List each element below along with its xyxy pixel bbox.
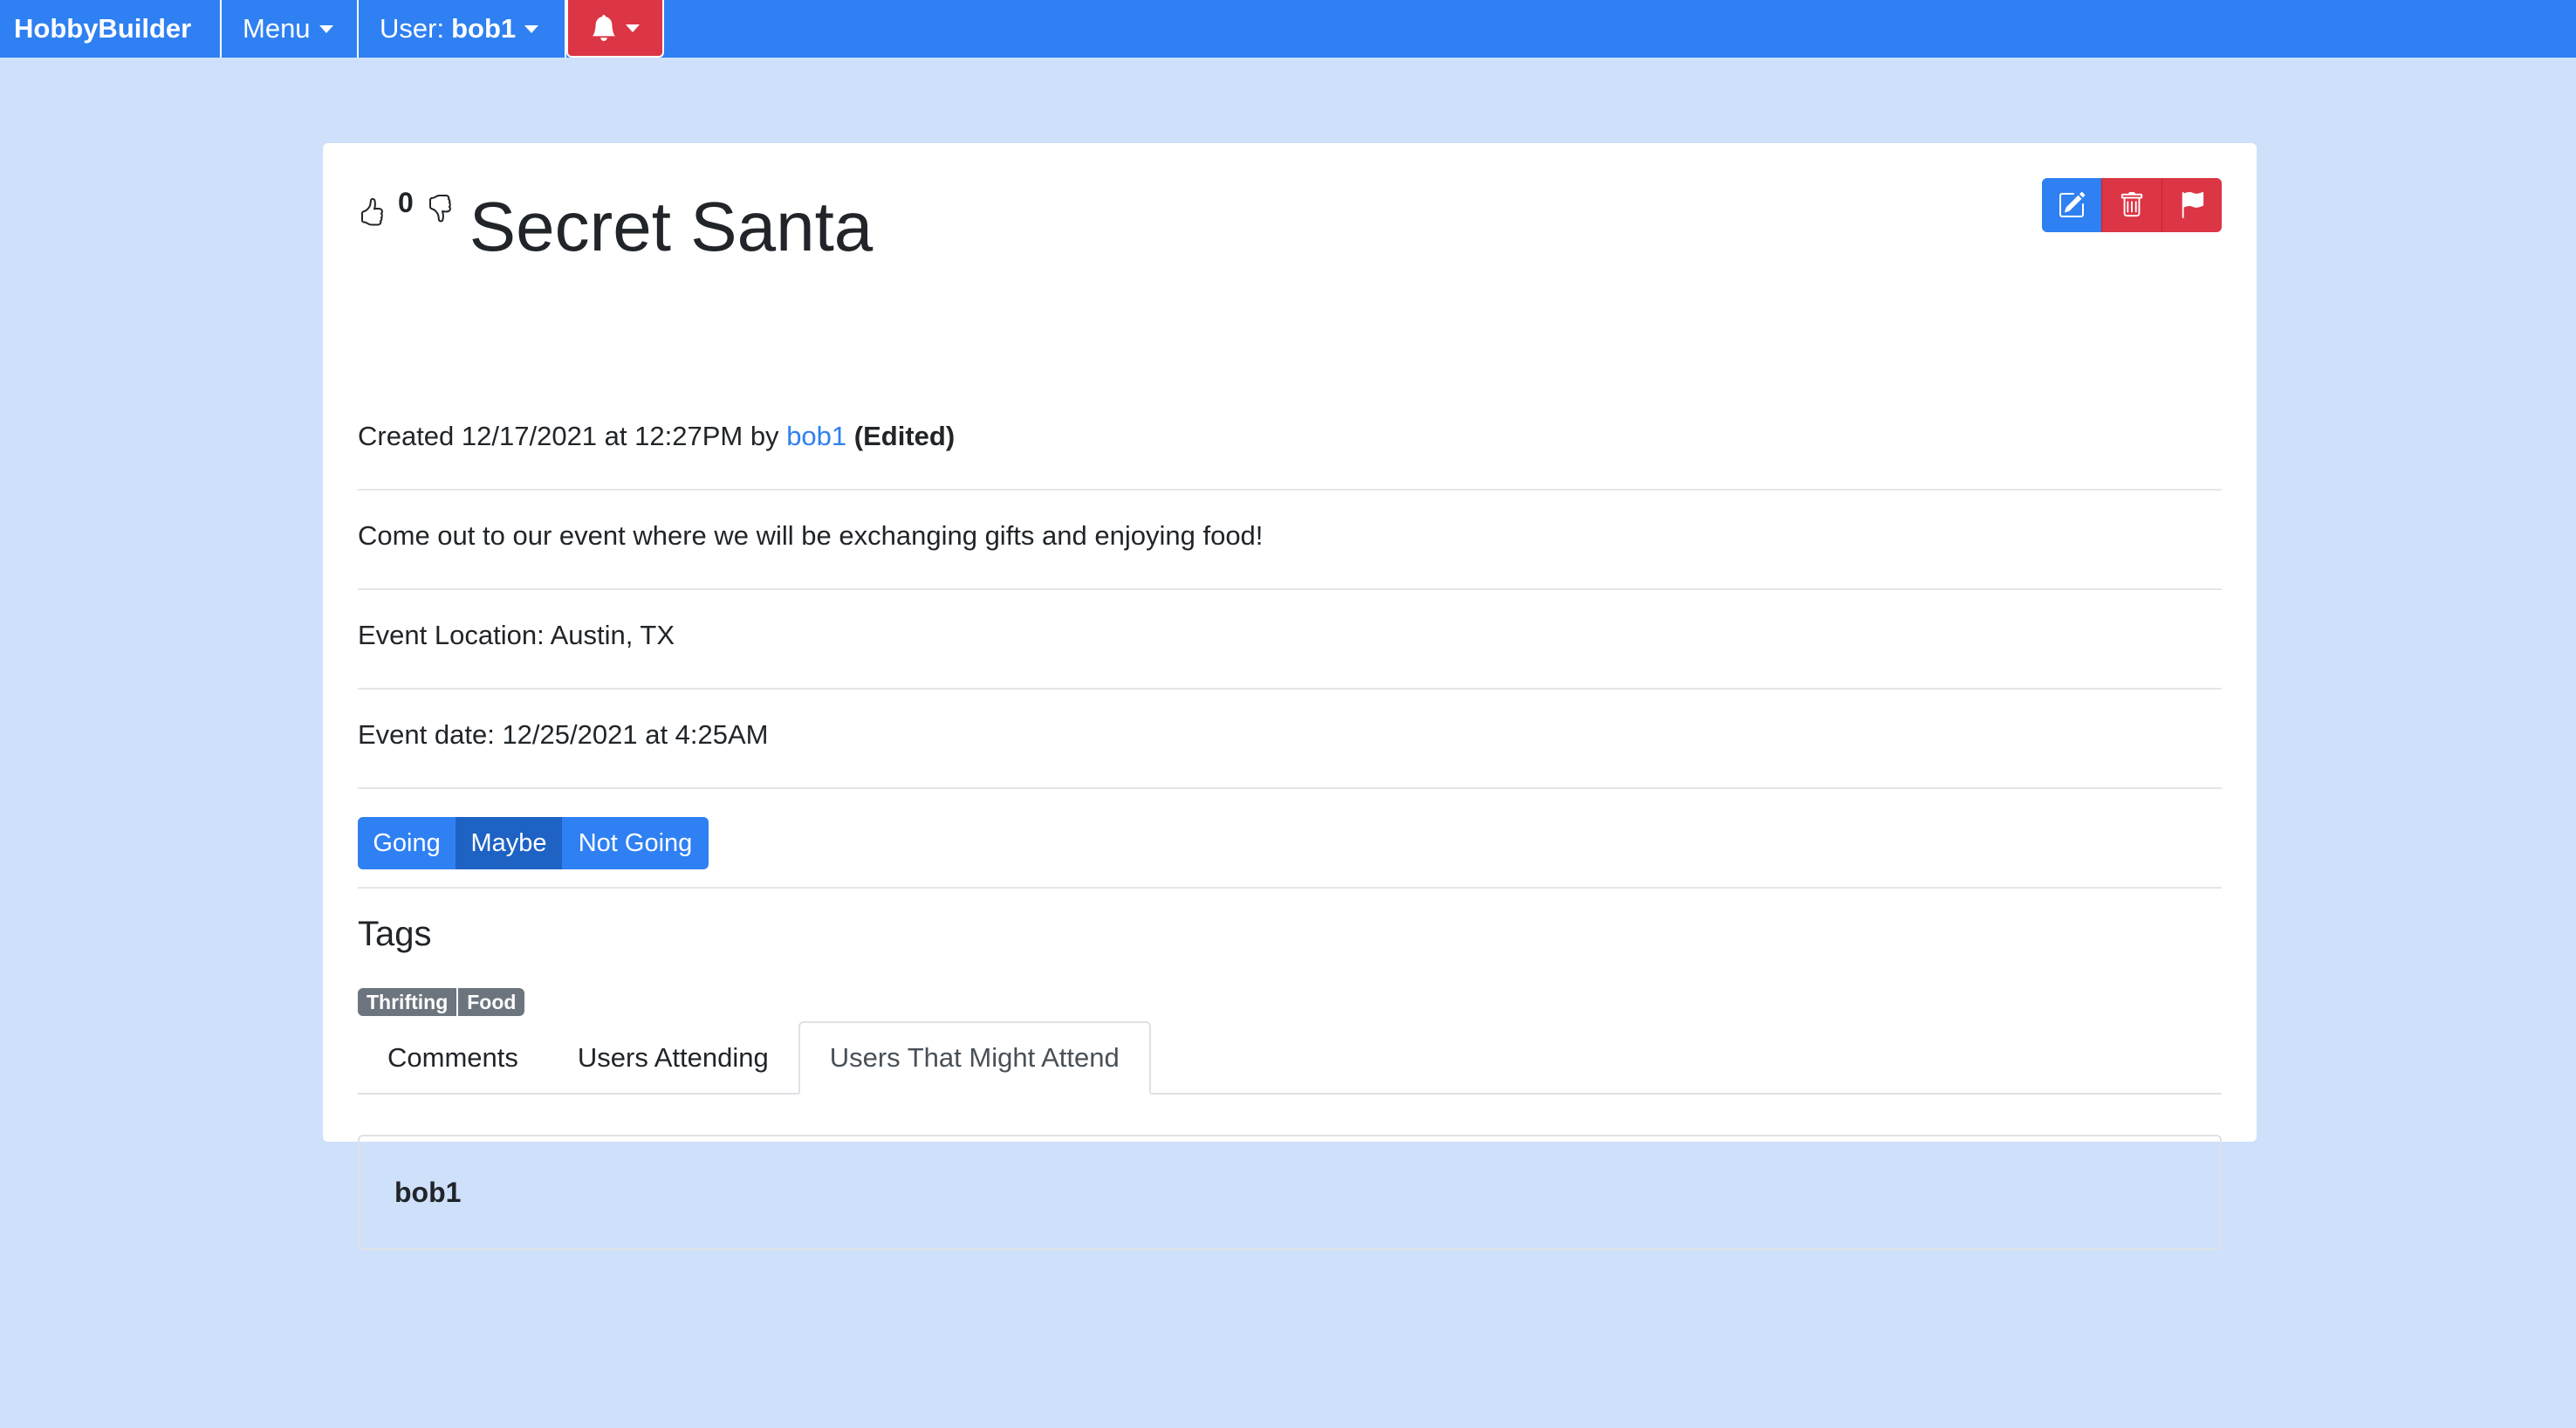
user-dropdown[interactable]: User: bob1 xyxy=(359,0,566,58)
caret-down-icon xyxy=(319,24,333,33)
divider xyxy=(358,887,2222,889)
event-title: Secret Santa xyxy=(469,188,874,265)
edited-badge: (Edited) xyxy=(853,421,956,451)
event-actions xyxy=(2042,178,2222,232)
caret-down-icon xyxy=(626,24,640,32)
brand-link[interactable]: HobbyBuilder xyxy=(0,0,222,58)
event-date: Event date: 12/25/2021 at 4:25AM xyxy=(358,719,769,750)
tag-badge[interactable]: Thrifting xyxy=(358,988,457,1016)
tag-list: Thrifting Food xyxy=(358,988,525,1016)
tab-comments[interactable]: Comments xyxy=(358,1023,548,1093)
report-button[interactable] xyxy=(2162,178,2222,232)
maybe-button[interactable]: Maybe xyxy=(456,817,562,869)
tags-heading: Tags xyxy=(358,915,432,953)
menu-label: Menu xyxy=(243,13,311,44)
not-going-button[interactable]: Not Going xyxy=(562,817,709,869)
edit-button[interactable] xyxy=(2042,178,2101,232)
author-link[interactable]: bob1 xyxy=(786,421,846,451)
tab-bar: Comments Users Attending Users That Migh… xyxy=(358,1021,2222,1095)
delete-button[interactable] xyxy=(2101,178,2162,232)
tab-panel: bob1 xyxy=(358,1135,2222,1250)
tag-badge[interactable]: Food xyxy=(458,988,525,1016)
vote-count: 0 xyxy=(398,187,414,218)
trash-icon xyxy=(2120,192,2143,217)
edit-icon xyxy=(2059,191,2086,217)
divider xyxy=(358,688,2222,690)
created-text: Created 12/17/2021 at 12:27PM by xyxy=(358,421,779,451)
title-row: 0 Secret Santa xyxy=(358,178,873,274)
bell-icon xyxy=(592,14,616,41)
menu-dropdown[interactable]: Menu xyxy=(222,0,359,58)
tab-users-might-attend[interactable]: Users That Might Attend xyxy=(798,1021,1151,1095)
user-name: bob1 xyxy=(451,13,517,44)
rsvp-button-group: Going Maybe Not Going xyxy=(358,817,709,869)
event-location: Event Location: Austin, TX xyxy=(358,620,675,650)
divider xyxy=(358,588,2222,590)
flag-icon xyxy=(2182,192,2204,218)
user-list-item[interactable]: bob1 xyxy=(394,1177,461,1209)
thumbs-up-icon[interactable] xyxy=(358,197,386,227)
event-card: 0 Secret Santa Created 12/17/2021 at 12:… xyxy=(323,143,2257,1250)
event-description: Come out to our event where we will be e… xyxy=(358,520,1264,551)
divider xyxy=(358,489,2222,491)
event-meta: Created 12/17/2021 at 12:27PM by bob1 (E… xyxy=(358,421,955,452)
tab-users-attending[interactable]: Users Attending xyxy=(548,1023,798,1093)
divider xyxy=(358,787,2222,789)
top-navbar: HobbyBuilder Menu User: bob1 xyxy=(0,0,2576,58)
going-button[interactable]: Going xyxy=(358,817,456,869)
notifications-dropdown[interactable] xyxy=(566,0,664,58)
caret-down-icon xyxy=(524,24,539,33)
user-prefix: User: xyxy=(380,13,445,44)
thumbs-down-icon[interactable] xyxy=(426,194,454,223)
